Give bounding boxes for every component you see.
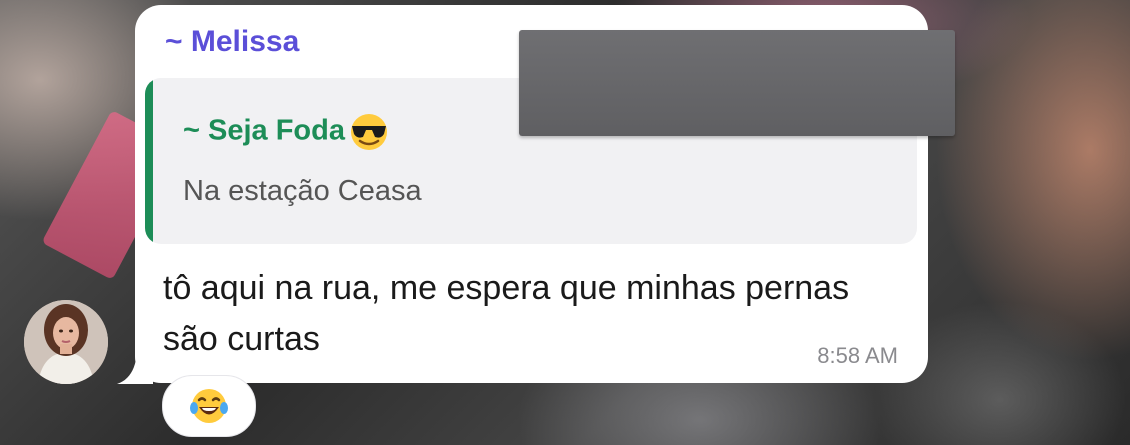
- quote-accent-bar: [145, 78, 153, 244]
- message-text: tô aqui na rua, me espera que minhas per…: [163, 269, 850, 358]
- message-timestamp: 8:58 AM: [817, 343, 898, 368]
- sunglasses-emoji-icon: [350, 114, 387, 150]
- quoted-sender-name: ~ Seja Foda: [183, 114, 345, 147]
- sender-avatar[interactable]: [24, 300, 108, 384]
- quoted-sender: ~ Seja Foda: [183, 113, 391, 151]
- redaction-box: [519, 30, 955, 136]
- laughing-with-tears-icon: [190, 389, 228, 423]
- reaction-badge[interactable]: [162, 375, 256, 437]
- quoted-text: Na estação Ceasa: [183, 175, 422, 207]
- sender-name[interactable]: ~ Melissa: [165, 25, 299, 59]
